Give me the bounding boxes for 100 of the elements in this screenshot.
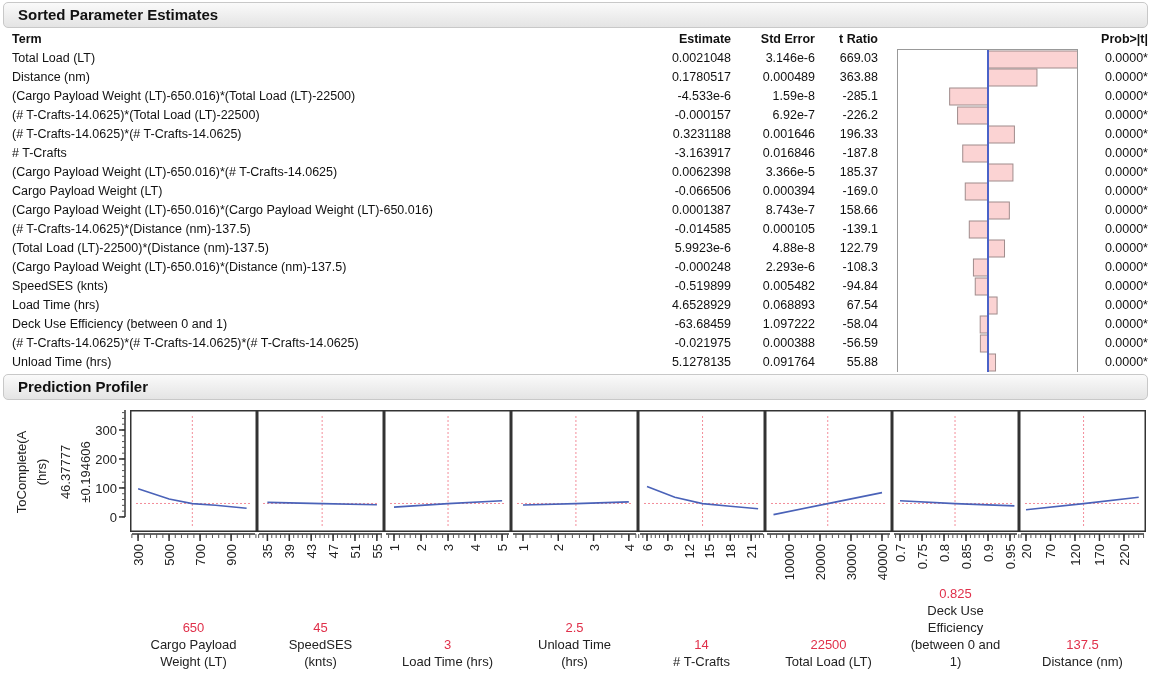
table-cell-text: -0.014585	[673, 221, 731, 238]
table-cell-text: 0.0000*	[1103, 145, 1148, 162]
table-cell-text: -169.0	[841, 183, 879, 200]
tick-label: 3	[441, 544, 457, 552]
table-cell-text: 0.001646	[761, 126, 815, 143]
table-cell-text: -0.021975	[673, 335, 731, 352]
table-cell-text: 3.146e-6	[764, 50, 815, 67]
tick-label: 0.85	[959, 544, 974, 570]
table-cell-text: 0.0000*	[1103, 107, 1148, 124]
table-cell-text: (Cargo Payload Weight (LT)-650.016)*(Distance (nm)-137.5)	[12, 259, 348, 276]
axis-title: ToComplete(A	[14, 430, 29, 514]
tick-label: 30000	[844, 544, 859, 581]
table-cell-text: Deck Use Efficiency (between 0 and 1)	[12, 316, 229, 333]
tick-label: 39	[282, 544, 298, 559]
table-cell-text: (Total Load (LT)-22500)*(Distance (nm)-137.5)	[12, 240, 270, 257]
table-cell-text: Distance (nm)	[12, 69, 91, 86]
tick-label: 18	[723, 544, 739, 559]
table-cell-text: 5.1278135	[670, 354, 731, 371]
tick-label: 700	[193, 544, 209, 566]
table-cell-text: 0.1780517	[670, 69, 731, 86]
table-cell-text: 0.0021048	[670, 50, 731, 67]
factor-label: Cargo Payload Weight (LT)	[149, 636, 238, 670]
tick-label: 300	[131, 544, 147, 566]
table-cell-text: Load Time (hrs)	[12, 297, 101, 314]
tick-label: 21	[744, 544, 760, 559]
table-cell-text: -108.3	[841, 259, 879, 276]
table-cell-text: 0.3231188	[671, 126, 731, 143]
table-cell-text: -0.519899	[673, 278, 731, 295]
tick-label: 1	[516, 544, 531, 552]
table-cell-text: (# T-Crafts-14.0625)*(Total Load (LT)-22500)	[12, 107, 261, 124]
table-cell-text: (Cargo Payload Weight (LT)-650.016)*(# T-Crafts-14.0625)	[12, 164, 339, 181]
table-cell-text: -3.163917	[673, 145, 731, 162]
table-cell-text: 0.0000*	[1103, 126, 1148, 143]
tick-label: 100	[95, 480, 117, 496]
table-cell-text: (# T-Crafts-14.0625)*(# T-Crafts-14.0625)	[12, 126, 243, 143]
tick-label: 200	[95, 451, 117, 467]
table-cell-text: 0.0062398	[670, 164, 731, 181]
factor-label: Load Time (hrs)	[401, 653, 493, 670]
table-cell-text: 0.0000*	[1103, 50, 1148, 67]
tick-label: 4	[621, 544, 637, 552]
table-cell-text: 0.0000*	[1103, 354, 1148, 371]
tick-label: 43	[304, 544, 320, 559]
tick-label: 3	[586, 544, 602, 552]
tick-label: 10000	[782, 544, 797, 581]
table-cell-text: 2.293e-6	[764, 259, 815, 276]
tick-label: 5	[495, 544, 511, 552]
tick-label: 15	[702, 544, 718, 559]
table-cell-text: (Cargo Payload Weight (LT)-650.016)*(Total Load (LT)-22500)	[12, 88, 357, 105]
tick-label: 2	[414, 544, 429, 552]
table-cell-text: -0.000157	[673, 107, 731, 124]
table-cell-text: 0.0000*	[1103, 316, 1148, 333]
table-cell-text: 0.000388	[761, 335, 815, 352]
table-cell-text: -56.59	[841, 335, 879, 352]
table-cell-text: 196.33	[838, 126, 879, 143]
table-cell-text: 1.59e-8	[771, 88, 815, 105]
table-cell-text: -94.84	[841, 278, 879, 295]
table-cell-text: 0.0000*	[1103, 240, 1148, 257]
confidence-interval: ±0.194606	[78, 441, 90, 503]
table-cell-text: (# T-Crafts-14.0625)*(Distance (nm)-137.5)	[12, 221, 252, 238]
column-header: Prob>|t|	[1100, 31, 1148, 48]
prediction-value: 46.37777	[58, 444, 73, 500]
table-cell-text: 0.0000*	[1103, 164, 1148, 181]
tick-label: 35	[260, 544, 276, 559]
table-cell-text: -63.68459	[673, 316, 731, 333]
factor-label: # T-Crafts	[673, 653, 730, 670]
column-header: Estimate	[677, 31, 731, 48]
tick-label: 500	[162, 544, 178, 566]
tick-label: 0.9	[981, 544, 996, 563]
tick-label: 70	[1043, 544, 1059, 559]
tick-label: 20	[1019, 544, 1034, 559]
column-header: Std Error	[759, 31, 815, 48]
table-cell-text: 0.091764	[761, 354, 815, 371]
tick-label: 20000	[813, 544, 828, 581]
table-cell-text: 0.0000*	[1103, 69, 1148, 86]
tick-label: 2	[551, 544, 567, 552]
table-cell-text: 669.03	[838, 50, 879, 67]
tick-label: 120	[1068, 544, 1083, 566]
factor-label: Total Load (LT)	[785, 653, 872, 670]
column-header: t Ratio	[838, 31, 879, 48]
table-cell-text: 55.88	[845, 354, 879, 371]
tick-label: 4	[468, 544, 484, 552]
column-header: Term	[12, 31, 43, 48]
tick-label: 170	[1092, 544, 1108, 566]
table-cell-text: 8.743e-7	[764, 202, 815, 219]
table-cell-text: -226.2	[841, 107, 879, 124]
table-cell-text: -4.533e-6	[676, 88, 731, 105]
table-cell-text: 0.0000*	[1103, 202, 1148, 219]
tick-label: 0.8	[937, 544, 952, 563]
tick-label: 0.75	[915, 544, 930, 570]
table-cell-text: 0.0000*	[1103, 183, 1148, 200]
table-cell-text: 122.79	[838, 240, 879, 257]
table-cell-text: -58.04	[841, 316, 879, 333]
table-cell-text: Unload Time (hrs)	[12, 354, 113, 371]
table-cell-text: 6.92e-7	[771, 107, 815, 124]
table-cell-text: 3.366e-5	[764, 164, 815, 181]
table-cell-text: 5.9923e-6	[673, 240, 731, 257]
table-cell-text: Cargo Payload Weight (LT)	[12, 183, 164, 200]
table-cell-text: -139.1	[841, 221, 879, 238]
tick-label: 0	[109, 509, 117, 525]
table-cell-text: SpeedSES (knts)	[12, 278, 109, 295]
